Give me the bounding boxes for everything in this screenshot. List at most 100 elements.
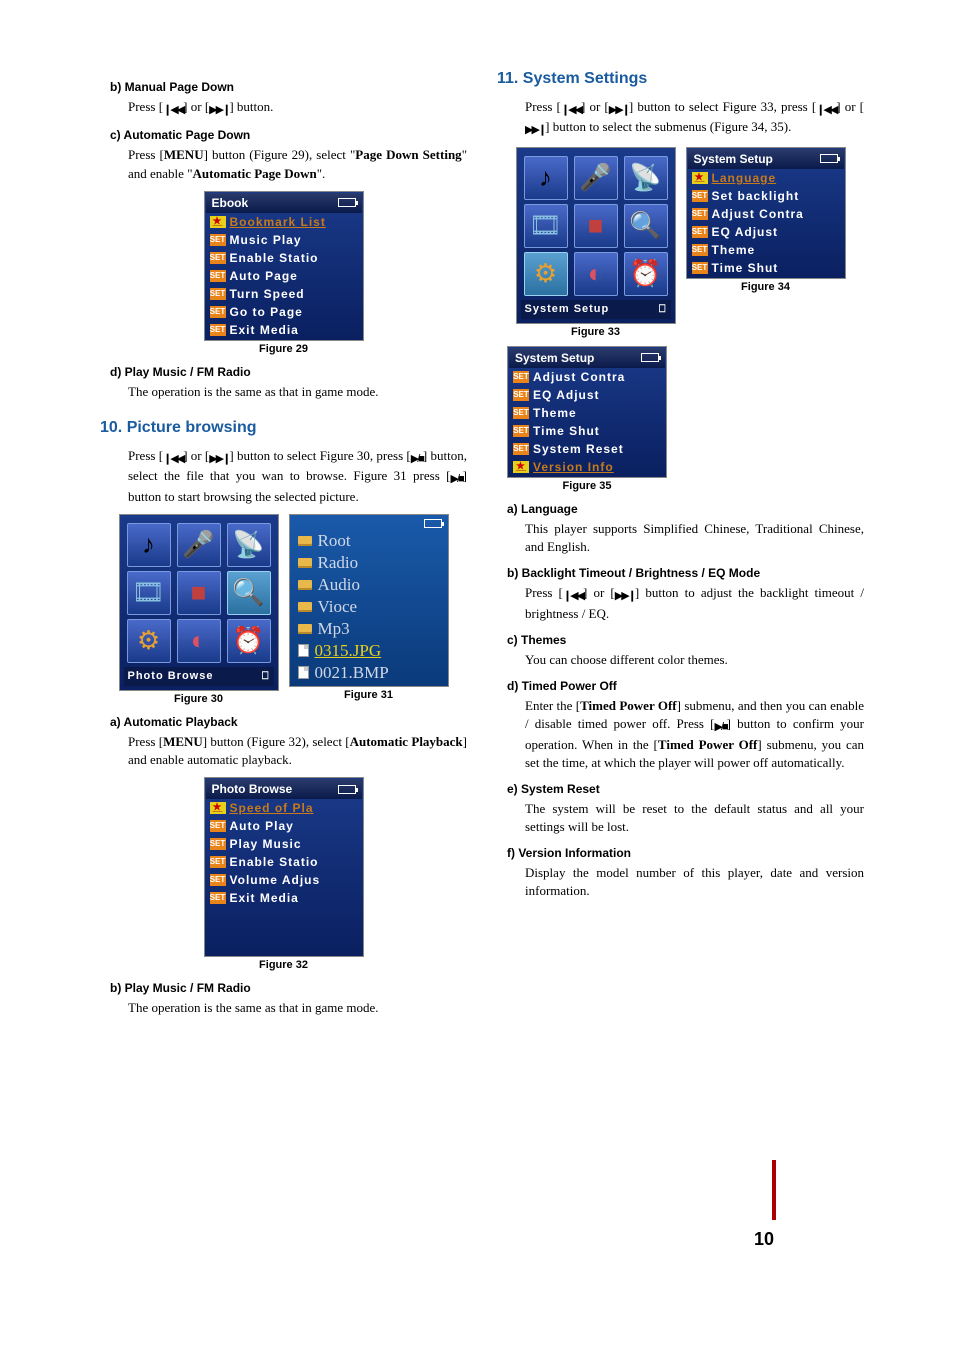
menu-item: SETTheme bbox=[509, 404, 665, 422]
heading-f-version-info: f) Version Information bbox=[507, 846, 864, 860]
star-icon: ★ bbox=[692, 172, 708, 184]
movie-icon: 🎞 bbox=[524, 204, 568, 248]
battery-icon bbox=[338, 785, 356, 794]
set-icon: SET bbox=[513, 371, 529, 383]
game-icon: ◐ bbox=[177, 619, 221, 663]
prev-icon: ❙◀◀ bbox=[163, 103, 183, 118]
menu-item: SETPlay Music bbox=[206, 835, 362, 853]
battery-icon bbox=[424, 519, 442, 528]
folder-icon bbox=[298, 624, 312, 634]
next-icon: ▶▶❙ bbox=[209, 452, 229, 467]
figure-33: ♪ 🎤 📡 🎞 ■ 🔍 ⚙ ◐ ⏰ System Setup⎕ bbox=[516, 147, 676, 324]
text-b2: The operation is the same as that in gam… bbox=[128, 999, 467, 1017]
figure-31: Root Radio Audio Vioce Mp3 0315.JPG 0021… bbox=[289, 514, 449, 687]
heading-b-backlight: b) Backlight Timeout / Brightness / EQ M… bbox=[507, 566, 864, 580]
menu-item: SETEnable Statio bbox=[206, 249, 362, 267]
playstop-icon: ▶/■ bbox=[450, 472, 462, 487]
set-icon: SET bbox=[210, 234, 226, 246]
set-icon: SET bbox=[210, 838, 226, 850]
folder-icon bbox=[298, 558, 312, 568]
next-icon: ▶▶❙ bbox=[209, 103, 229, 118]
heading-c-auto-page-down: c) Automatic Page Down bbox=[110, 128, 467, 142]
set-icon: SET bbox=[210, 324, 226, 336]
gear-icon: ⚙ bbox=[127, 619, 171, 663]
set-icon: SET bbox=[513, 407, 529, 419]
battery-icon bbox=[641, 353, 659, 362]
prev-icon: ❙◀◀ bbox=[163, 452, 183, 467]
file-icon bbox=[298, 644, 309, 657]
heading-b2-play-music: b) Play Music / FM Radio bbox=[110, 981, 467, 995]
menu-item: ★Version Info bbox=[509, 458, 665, 476]
menu-item: SETEnable Statio bbox=[206, 853, 362, 871]
text-b-right: Press [❙◀◀] or [▶▶❙] button to adjust th… bbox=[525, 584, 864, 623]
folder-icon bbox=[298, 602, 312, 612]
menu-item: SETSet backlight bbox=[688, 187, 844, 205]
satellite-icon: 📡 bbox=[624, 156, 668, 200]
menu-item: SETTheme bbox=[688, 241, 844, 259]
set-icon: SET bbox=[210, 306, 226, 318]
prev-icon: ❙◀◀ bbox=[816, 103, 836, 118]
stop-icon: ■ bbox=[177, 571, 221, 615]
heading-11-system-settings: 11. System Settings bbox=[497, 70, 864, 88]
figure-33-caption: Figure 33 bbox=[571, 326, 620, 338]
prev-icon: ❙◀◀ bbox=[563, 589, 583, 604]
menu-item: SETTurn Speed bbox=[206, 285, 362, 303]
set-icon: SET bbox=[692, 244, 708, 256]
menu-item: SETTime Shut bbox=[688, 259, 844, 277]
heading-e-system-reset: e) System Reset bbox=[507, 782, 864, 796]
set-icon: SET bbox=[692, 262, 708, 274]
heading-c-themes: c) Themes bbox=[507, 633, 864, 647]
next-icon: ▶▶❙ bbox=[609, 103, 629, 118]
text-b: Press [❙◀◀] or [▶▶❙] button. bbox=[128, 98, 467, 118]
heading-d-timed-power-off: d) Timed Power Off bbox=[507, 679, 864, 693]
mic-icon: 🎤 bbox=[574, 156, 618, 200]
folder-item: Vioce bbox=[292, 596, 446, 618]
figure-34-caption: Figure 34 bbox=[741, 281, 790, 293]
menu-item: ★Language bbox=[688, 169, 844, 187]
heading-b-manual-page-down: b) Manual Page Down bbox=[110, 80, 467, 94]
gear-icon: ⚙ bbox=[524, 252, 568, 296]
clock-icon: ⏰ bbox=[624, 252, 668, 296]
scroll-icon: ⎕ bbox=[262, 670, 270, 683]
menu-item: SETExit Media bbox=[206, 889, 362, 907]
menu-item: SETEQ Adjust bbox=[509, 386, 665, 404]
menu-item: SETSystem Reset bbox=[509, 440, 665, 458]
text-a2: Press [MENU] button (Figure 32), select … bbox=[128, 733, 467, 769]
battery-icon bbox=[338, 198, 356, 207]
set-icon: SET bbox=[210, 820, 226, 832]
game-icon: ◐ bbox=[574, 252, 618, 296]
mic-icon: 🎤 bbox=[177, 523, 221, 567]
folder-icon bbox=[298, 580, 312, 590]
set-icon: SET bbox=[513, 425, 529, 437]
set-icon: SET bbox=[210, 270, 226, 282]
menu-item: SETEQ Adjust bbox=[688, 223, 844, 241]
search-icon: 🔍 bbox=[227, 571, 271, 615]
music-icon: ♪ bbox=[127, 523, 171, 567]
figure-32: Photo Browse ★Speed of Pla SETAuto Play … bbox=[204, 777, 364, 957]
folder-item: Root bbox=[292, 530, 446, 552]
text-d: The operation is the same as that in gam… bbox=[128, 383, 467, 401]
set-icon: SET bbox=[692, 190, 708, 202]
text-10: Press [❙◀◀] or [▶▶❙] button to select Fi… bbox=[128, 447, 467, 506]
text-f: Display the model number of this player,… bbox=[525, 864, 864, 900]
set-icon: SET bbox=[513, 443, 529, 455]
figure-35: System Setup SETAdjust Contra SETEQ Adju… bbox=[507, 346, 667, 478]
folder-item: Mp3 bbox=[292, 618, 446, 640]
figure-35-caption: Figure 35 bbox=[563, 480, 612, 492]
set-icon: SET bbox=[210, 252, 226, 264]
text-c-right: You can choose different color themes. bbox=[525, 651, 864, 669]
page-rule bbox=[772, 1160, 776, 1220]
set-icon: SET bbox=[210, 874, 226, 886]
search-icon: 🔍 bbox=[624, 204, 668, 248]
next-icon: ▶▶❙ bbox=[525, 123, 545, 138]
file-item: 0315.JPG bbox=[292, 640, 446, 662]
menu-item: SETAdjust Contra bbox=[509, 368, 665, 386]
menu-item: SETAuto Play bbox=[206, 817, 362, 835]
figure-31-caption: Figure 31 bbox=[344, 689, 393, 701]
heading-a-language: a) Language bbox=[507, 502, 864, 516]
folder-icon bbox=[298, 536, 312, 546]
set-icon: SET bbox=[513, 389, 529, 401]
star-icon: ★ bbox=[210, 802, 226, 814]
playstop-icon: ▶/■ bbox=[411, 452, 423, 467]
text-c: Press [MENU] button (Figure 29), select … bbox=[128, 146, 467, 182]
